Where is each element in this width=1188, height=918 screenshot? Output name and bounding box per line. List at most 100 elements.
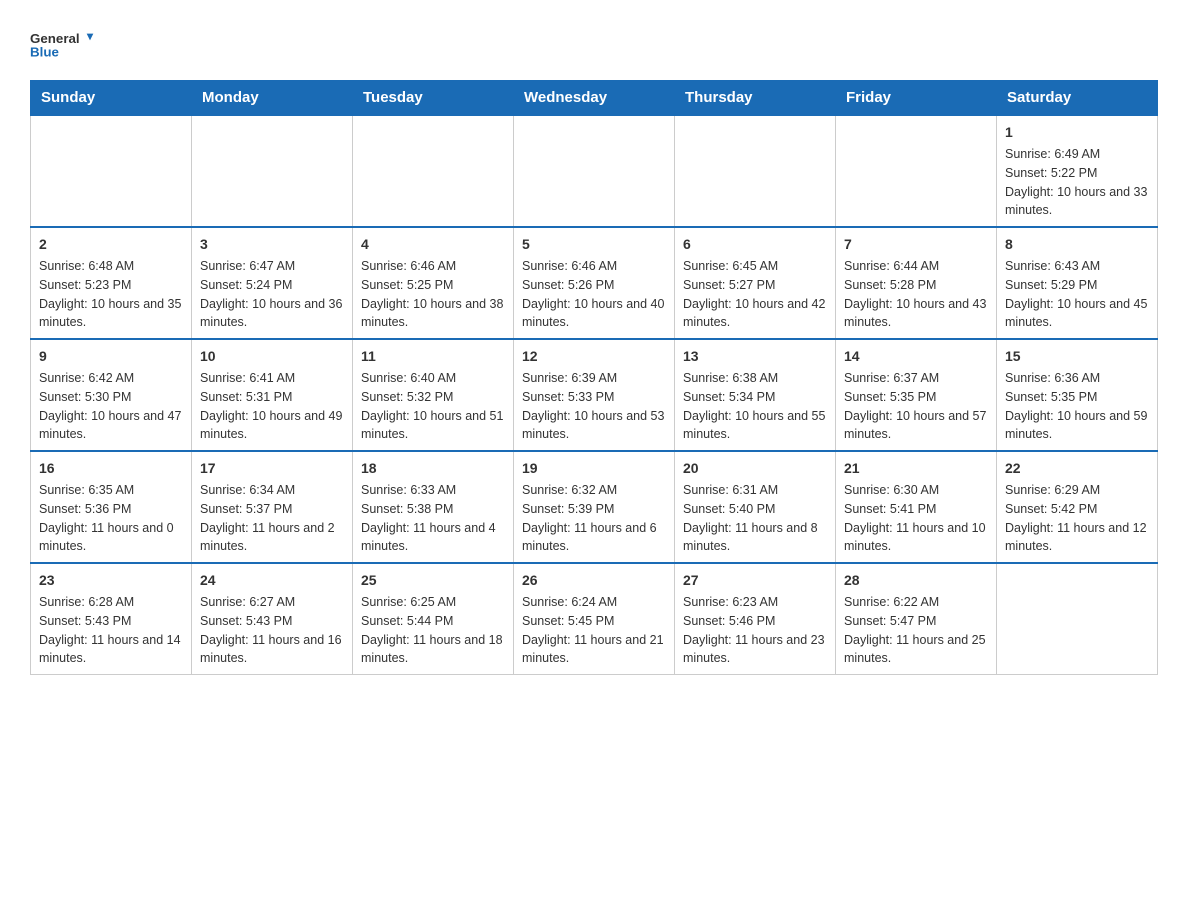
calendar-cell: 28Sunrise: 6:22 AMSunset: 5:47 PMDayligh… <box>836 563 997 675</box>
day-info: Sunset: 5:36 PM <box>39 500 183 519</box>
day-info: Daylight: 11 hours and 8 minutes. <box>683 519 827 557</box>
day-info: Sunset: 5:25 PM <box>361 276 505 295</box>
day-number: 25 <box>361 570 505 591</box>
day-info: Daylight: 10 hours and 35 minutes. <box>39 295 183 333</box>
day-info: Daylight: 10 hours and 43 minutes. <box>844 295 988 333</box>
calendar-cell: 14Sunrise: 6:37 AMSunset: 5:35 PMDayligh… <box>836 339 997 451</box>
day-info: Sunset: 5:41 PM <box>844 500 988 519</box>
day-number: 11 <box>361 346 505 367</box>
calendar-header-row: SundayMondayTuesdayWednesdayThursdayFrid… <box>31 81 1158 116</box>
day-number: 17 <box>200 458 344 479</box>
day-info: Daylight: 10 hours and 33 minutes. <box>1005 183 1149 221</box>
day-info: Daylight: 11 hours and 21 minutes. <box>522 631 666 669</box>
calendar-cell: 16Sunrise: 6:35 AMSunset: 5:36 PMDayligh… <box>31 451 192 563</box>
day-info: Sunrise: 6:31 AM <box>683 481 827 500</box>
day-info: Daylight: 11 hours and 25 minutes. <box>844 631 988 669</box>
day-info: Daylight: 11 hours and 23 minutes. <box>683 631 827 669</box>
calendar-cell: 12Sunrise: 6:39 AMSunset: 5:33 PMDayligh… <box>514 339 675 451</box>
day-info: Sunrise: 6:30 AM <box>844 481 988 500</box>
calendar-week-row: 23Sunrise: 6:28 AMSunset: 5:43 PMDayligh… <box>31 563 1158 675</box>
calendar-cell: 3Sunrise: 6:47 AMSunset: 5:24 PMDaylight… <box>192 227 353 339</box>
day-info: Sunset: 5:27 PM <box>683 276 827 295</box>
day-info: Daylight: 11 hours and 14 minutes. <box>39 631 183 669</box>
calendar-cell: 24Sunrise: 6:27 AMSunset: 5:43 PMDayligh… <box>192 563 353 675</box>
logo-svg: General Blue <box>30 20 110 70</box>
day-number: 16 <box>39 458 183 479</box>
calendar-cell: 18Sunrise: 6:33 AMSunset: 5:38 PMDayligh… <box>353 451 514 563</box>
day-info: Daylight: 11 hours and 16 minutes. <box>200 631 344 669</box>
day-info: Daylight: 11 hours and 4 minutes. <box>361 519 505 557</box>
day-number: 9 <box>39 346 183 367</box>
calendar-cell: 7 Sunrise: 6:44 AMSunset: 5:28 PMDaylight… <box>836 227 997 339</box>
day-info: Sunset: 5:44 PM <box>361 612 505 631</box>
day-info: Sunset: 5:37 PM <box>200 500 344 519</box>
day-info: Sunset: 5:31 PM <box>200 388 344 407</box>
day-info: Sunrise: 6:39 AM <box>522 369 666 388</box>
calendar-cell <box>675 115 836 227</box>
day-info: Sunset: 5:28 PM <box>844 276 988 295</box>
calendar-cell: 4Sunrise: 6:46 AMSunset: 5:25 PMDaylight… <box>353 227 514 339</box>
calendar-cell: 22Sunrise: 6:29 AMSunset: 5:42 PMDayligh… <box>997 451 1158 563</box>
calendar-cell: 15Sunrise: 6:36 AMSunset: 5:35 PMDayligh… <box>997 339 1158 451</box>
day-info: Daylight: 10 hours and 42 minutes. <box>683 295 827 333</box>
calendar-cell: 5Sunrise: 6:46 AMSunset: 5:26 PMDaylight… <box>514 227 675 339</box>
day-info: Sunset: 5:43 PM <box>200 612 344 631</box>
day-info: Sunrise: 6:43 AM <box>1005 257 1149 276</box>
day-info: Sunrise: 6:44 AM <box>844 257 988 276</box>
day-number: 14 <box>844 346 988 367</box>
day-info: Sunrise: 6:45 AM <box>683 257 827 276</box>
day-number: 21 <box>844 458 988 479</box>
day-number: 7 <box>844 234 988 255</box>
day-info: Daylight: 10 hours and 53 minutes. <box>522 407 666 445</box>
day-info: Sunrise: 6:46 AM <box>522 257 666 276</box>
calendar-week-row: 16Sunrise: 6:35 AMSunset: 5:36 PMDayligh… <box>31 451 1158 563</box>
calendar-cell <box>31 115 192 227</box>
calendar-cell <box>192 115 353 227</box>
calendar-cell: 11Sunrise: 6:40 AMSunset: 5:32 PMDayligh… <box>353 339 514 451</box>
day-info: Daylight: 10 hours and 47 minutes. <box>39 407 183 445</box>
day-number: 15 <box>1005 346 1149 367</box>
day-number: 28 <box>844 570 988 591</box>
calendar-col-sunday: Sunday <box>31 81 192 116</box>
day-info: Sunset: 5:38 PM <box>361 500 505 519</box>
day-number: 4 <box>361 234 505 255</box>
day-info: Sunset: 5:33 PM <box>522 388 666 407</box>
calendar-col-thursday: Thursday <box>675 81 836 116</box>
day-number: 13 <box>683 346 827 367</box>
day-info: Sunset: 5:24 PM <box>200 276 344 295</box>
calendar-cell: 10Sunrise: 6:41 AMSunset: 5:31 PMDayligh… <box>192 339 353 451</box>
calendar-cell: 17Sunrise: 6:34 AMSunset: 5:37 PMDayligh… <box>192 451 353 563</box>
day-info: Sunrise: 6:29 AM <box>1005 481 1149 500</box>
day-info: Daylight: 10 hours and 49 minutes. <box>200 407 344 445</box>
calendar-col-tuesday: Tuesday <box>353 81 514 116</box>
day-number: 24 <box>200 570 344 591</box>
calendar-table: SundayMondayTuesdayWednesdayThursdayFrid… <box>30 80 1158 675</box>
day-info: Sunset: 5:34 PM <box>683 388 827 407</box>
day-info: Sunrise: 6:22 AM <box>844 593 988 612</box>
day-number: 6 <box>683 234 827 255</box>
calendar-col-wednesday: Wednesday <box>514 81 675 116</box>
day-info: Sunset: 5:22 PM <box>1005 164 1149 183</box>
calendar-cell: 20Sunrise: 6:31 AMSunset: 5:40 PMDayligh… <box>675 451 836 563</box>
day-info: Sunrise: 6:47 AM <box>200 257 344 276</box>
day-info: Sunrise: 6:34 AM <box>200 481 344 500</box>
day-info: Sunrise: 6:32 AM <box>522 481 666 500</box>
day-info: Sunrise: 6:38 AM <box>683 369 827 388</box>
calendar-cell <box>514 115 675 227</box>
day-info: Sunset: 5:40 PM <box>683 500 827 519</box>
day-number: 2 <box>39 234 183 255</box>
calendar-cell: 13Sunrise: 6:38 AMSunset: 5:34 PMDayligh… <box>675 339 836 451</box>
day-info: Daylight: 11 hours and 12 minutes. <box>1005 519 1149 557</box>
day-info: Sunset: 5:42 PM <box>1005 500 1149 519</box>
day-info: Sunrise: 6:41 AM <box>200 369 344 388</box>
day-info: Sunrise: 6:25 AM <box>361 593 505 612</box>
day-info: Daylight: 10 hours and 38 minutes. <box>361 295 505 333</box>
logo: General Blue <box>30 20 110 70</box>
calendar-week-row: 9Sunrise: 6:42 AMSunset: 5:30 PMDaylight… <box>31 339 1158 451</box>
day-info: Daylight: 10 hours and 40 minutes. <box>522 295 666 333</box>
calendar-cell: 19Sunrise: 6:32 AMSunset: 5:39 PMDayligh… <box>514 451 675 563</box>
day-info: Sunrise: 6:28 AM <box>39 593 183 612</box>
calendar-cell: 27Sunrise: 6:23 AMSunset: 5:46 PMDayligh… <box>675 563 836 675</box>
day-info: Sunrise: 6:42 AM <box>39 369 183 388</box>
day-info: Sunset: 5:35 PM <box>844 388 988 407</box>
